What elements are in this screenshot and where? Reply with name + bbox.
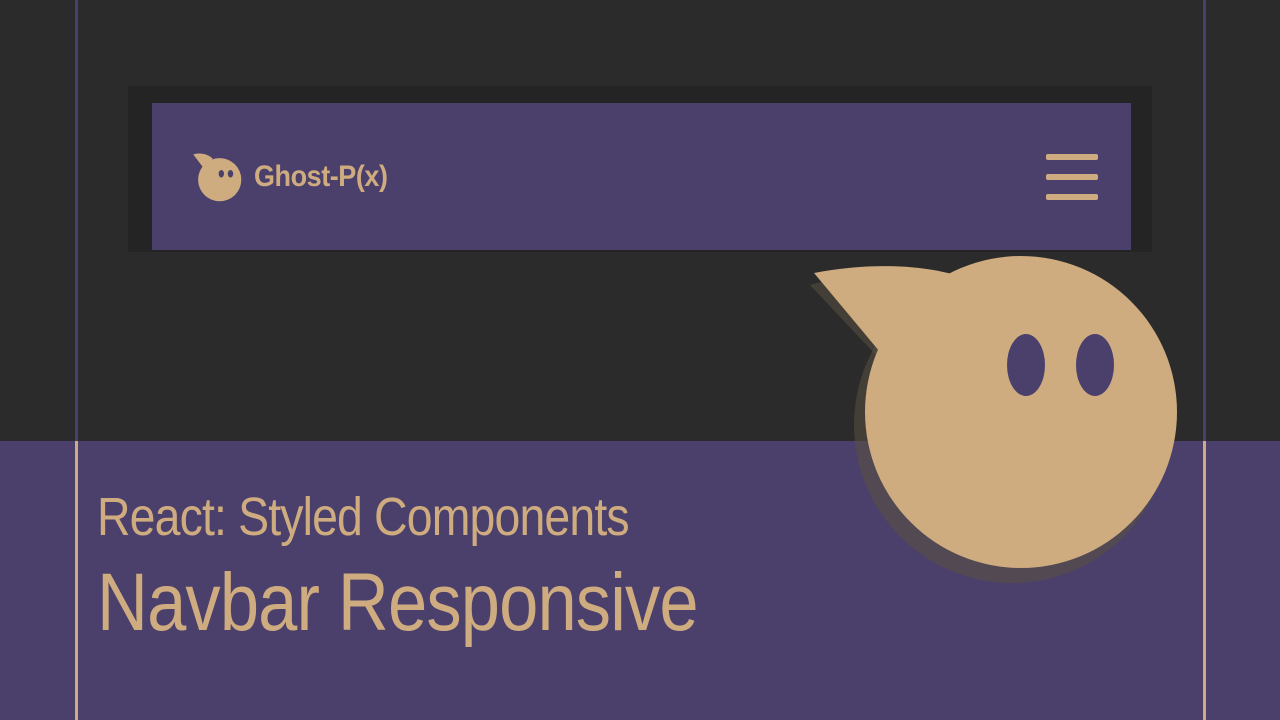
menu-bar-top (1046, 153, 1098, 160)
caption: React: Styled Components Navbar Responsi… (97, 490, 796, 644)
left-guide-line-bottom (75, 441, 78, 720)
menu-bar-middle (1046, 173, 1098, 180)
page-title: Navbar Responsive (97, 557, 699, 648)
right-guide-line-bottom (1203, 441, 1206, 720)
ghost-mascot-icon (810, 256, 1177, 583)
thumbnail-canvas: Ghost-P(x) React: Styled Components Navb… (0, 0, 1280, 720)
menu-bar-bottom (1046, 193, 1098, 200)
brand-name: Ghost-P(x) (254, 159, 388, 193)
subtitle: React: Styled Components (97, 487, 630, 547)
hamburger-menu-icon[interactable] (1046, 153, 1098, 200)
navbar: Ghost-P(x) (152, 103, 1131, 250)
left-guide-line-top (75, 0, 78, 441)
right-guide-line-top (1203, 0, 1206, 441)
ghost-icon (193, 152, 242, 201)
brand[interactable]: Ghost-P(x) (190, 150, 402, 204)
